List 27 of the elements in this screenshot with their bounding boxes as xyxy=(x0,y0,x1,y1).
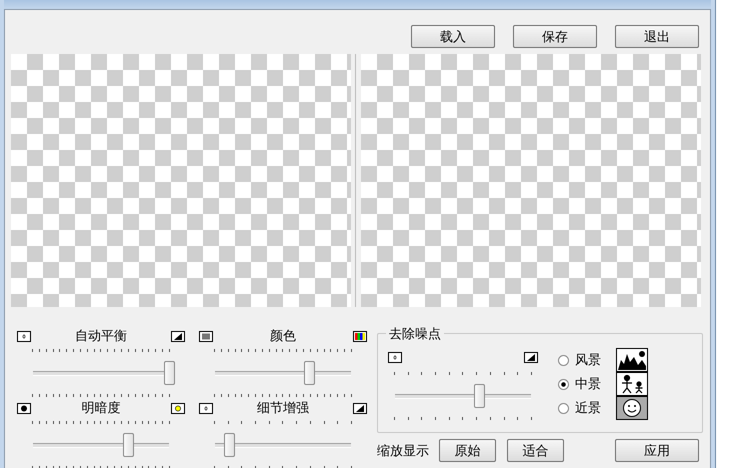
slider-label: 自动平衡 xyxy=(74,328,128,345)
low-level-icon xyxy=(199,330,213,342)
mountain-icon xyxy=(616,348,648,372)
zoom-label: 缩放显示 xyxy=(377,442,429,460)
radio-option[interactable]: 风景 xyxy=(558,352,616,368)
slider-label: 细节增强 xyxy=(256,400,310,417)
contrast-icon xyxy=(171,330,185,342)
low-level-icon xyxy=(388,352,402,362)
group-title: 去除噪点 xyxy=(386,325,444,343)
sun-icon xyxy=(171,402,185,414)
slider-label: 颜色 xyxy=(269,328,297,345)
radio-option[interactable]: 近景 xyxy=(558,400,616,416)
toolbar-button[interactable]: 退出 xyxy=(615,25,699,48)
face-icon xyxy=(616,396,648,420)
spectrum-icon xyxy=(353,330,367,342)
low-level-icon xyxy=(17,330,31,342)
zoom-button[interactable]: 原始 xyxy=(439,439,496,462)
low-level-icon xyxy=(199,402,213,414)
slider-label: 明暗度 xyxy=(80,400,122,417)
contrast-icon xyxy=(353,402,367,414)
contrast-icon xyxy=(524,352,538,362)
toolbar-button[interactable]: 保存 xyxy=(513,25,597,48)
toolbar-button[interactable]: 载入 xyxy=(411,25,495,48)
apply-button[interactable]: 应用 xyxy=(615,439,699,462)
radio-option[interactable]: 中景 xyxy=(558,376,616,392)
zoom-button[interactable]: 适合 xyxy=(507,439,564,462)
people-icon xyxy=(616,372,648,396)
